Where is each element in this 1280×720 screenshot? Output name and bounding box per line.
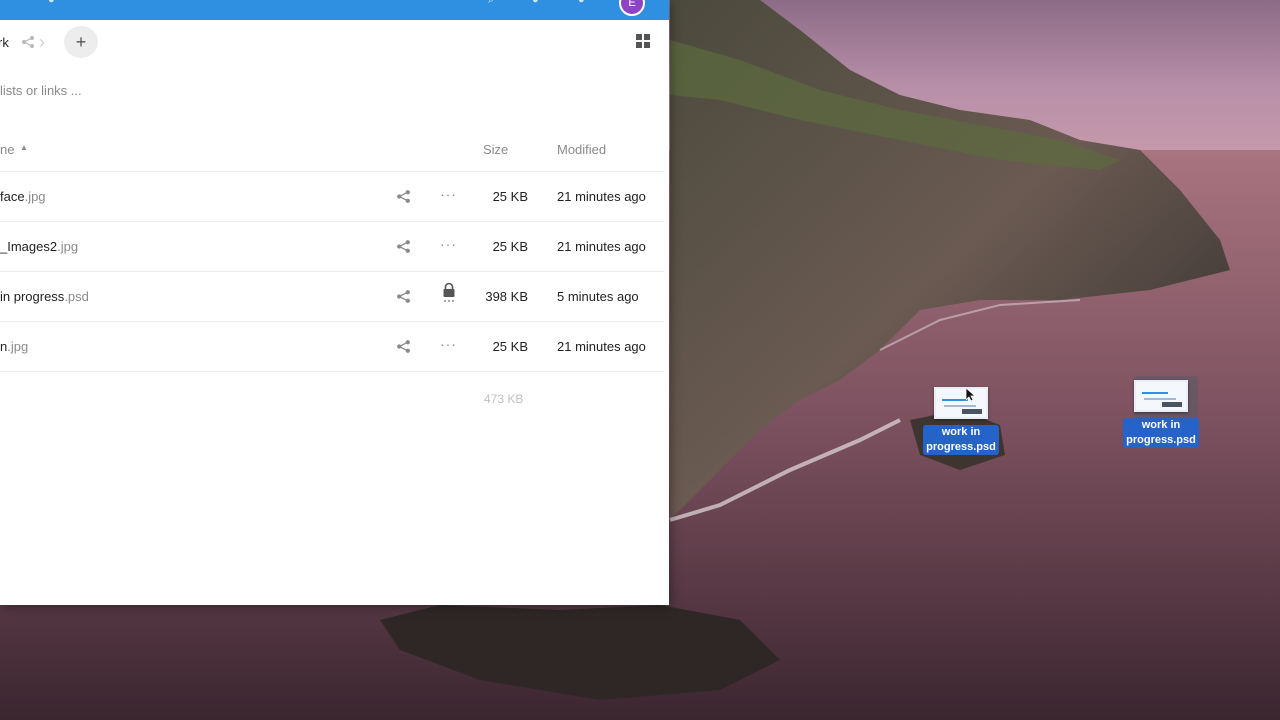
file-name[interactable]: face.jpg: [0, 189, 46, 204]
file-modified: 21 minutes ago: [557, 189, 646, 204]
share-icon[interactable]: [396, 289, 411, 304]
notifications-icon[interactable]: ●: [532, 0, 544, 6]
file-modified: 21 minutes ago: [557, 339, 646, 354]
file-size: 25 KB: [492, 239, 528, 254]
column-name-header[interactable]: ne: [0, 142, 14, 157]
file-size: 25 KB: [492, 189, 528, 204]
psd-file-thumbnail[interactable]: [934, 387, 988, 419]
file-row[interactable]: face.jpg ··· 25 KB 21 minutes ago: [0, 172, 664, 222]
file-name[interactable]: n.jpg: [0, 339, 28, 354]
file-modified: 21 minutes ago: [557, 239, 646, 254]
contacts-icon[interactable]: ●: [578, 0, 590, 6]
file-modified: 5 minutes ago: [557, 289, 639, 304]
folder-description-placeholder[interactable]: lists or links ...: [0, 83, 82, 98]
search-icon[interactable]: ⌕: [488, 0, 500, 6]
share-icon[interactable]: [396, 189, 411, 204]
column-size-header[interactable]: Size: [483, 142, 508, 157]
user-avatar[interactable]: E: [619, 0, 645, 16]
more-actions-icon[interactable]: ···: [440, 336, 457, 352]
file-row[interactable]: n.jpg ··· 25 KB 21 minutes ago: [0, 322, 664, 372]
location-icon[interactable]: ●: [48, 0, 60, 6]
breadcrumb-separator: ›: [38, 31, 45, 52]
file-row[interactable]: in progress.psd 398 KB 5 minutes ago: [0, 272, 664, 322]
breadcrumb: rk ›: [0, 30, 45, 54]
desktop-file-label[interactable]: work in progress.psd: [923, 425, 999, 455]
grid-view-icon[interactable]: [636, 34, 650, 48]
psd-file-thumbnail[interactable]: [1134, 380, 1188, 412]
top-bar: ● ⌕ ● ● E: [0, 0, 669, 20]
share-icon[interactable]: [21, 35, 35, 49]
column-modified-header[interactable]: Modified: [557, 142, 606, 157]
file-name[interactable]: _Images2.jpg: [0, 239, 78, 254]
mouse-cursor-icon: [966, 388, 976, 402]
breadcrumb-current-folder[interactable]: rk: [0, 35, 9, 50]
more-actions-icon[interactable]: ···: [440, 236, 457, 252]
file-size: 25 KB: [492, 339, 528, 354]
plus-icon: +: [75, 31, 87, 52]
file-name[interactable]: in progress.psd: [0, 289, 89, 304]
total-size: 473 KB: [484, 392, 524, 406]
share-icon[interactable]: [396, 339, 411, 354]
more-actions-icon[interactable]: ···: [440, 186, 457, 202]
lock-icon[interactable]: [442, 282, 456, 304]
file-manager-window: ● ⌕ ● ● E rk › + lists or links ... ne ▲…: [0, 0, 669, 605]
desktop-file-icon-selected[interactable]: work in progress.psd: [1116, 376, 1206, 448]
desktop-file-label[interactable]: work in progress.psd: [1123, 418, 1199, 448]
file-row[interactable]: _Images2.jpg ··· 25 KB 21 minutes ago: [0, 222, 664, 272]
desktop-file-icon[interactable]: work in progress.psd: [916, 387, 1006, 455]
file-table-header: ne ▲ Size Modified: [0, 140, 664, 172]
share-icon[interactable]: [396, 239, 411, 254]
sort-ascending-icon[interactable]: ▲: [20, 143, 28, 152]
file-size: 398 KB: [485, 289, 528, 304]
new-item-button[interactable]: +: [64, 26, 98, 58]
